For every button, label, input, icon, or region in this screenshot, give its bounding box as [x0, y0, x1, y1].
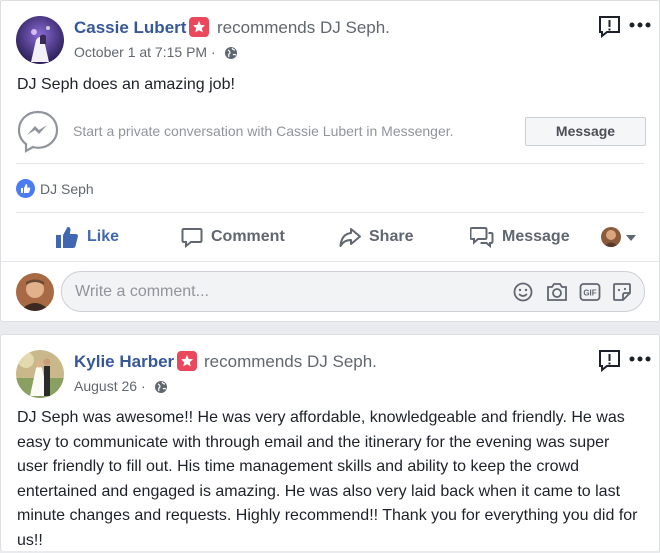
camera-icon[interactable]	[546, 282, 568, 302]
messenger-icon	[17, 110, 59, 153]
recommendation-star-icon	[177, 351, 197, 371]
post-body: DJ Seph was awesome!! He was very afford…	[17, 409, 638, 549]
timestamp-text: October 1 at 7:15 PM ·	[74, 44, 220, 60]
timestamp-text: August 26 ·	[74, 378, 150, 394]
sticker-icon[interactable]	[612, 282, 632, 302]
comment-placeholder: Write a comment...	[75, 283, 209, 300]
author-name[interactable]: Cassie Lubert	[74, 18, 186, 38]
commenter-avatar[interactable]	[16, 273, 54, 311]
message-bubbles-icon	[470, 227, 494, 248]
author-name[interactable]: Kylie Harber	[74, 352, 174, 372]
chevron-down-icon[interactable]	[626, 235, 636, 241]
message-action-label: Message	[502, 228, 570, 245]
report-icon[interactable]	[598, 15, 621, 38]
messenger-prompt: Start a private conversation with Cassie…	[73, 123, 454, 139]
message-button[interactable]: Message	[525, 117, 646, 146]
recommends-text: recommends DJ Seph.	[204, 352, 377, 371]
like-button[interactable]: Like	[55, 223, 119, 251]
divider	[16, 212, 644, 213]
emoji-icon[interactable]	[513, 282, 533, 302]
recommendation-star-icon	[189, 17, 209, 37]
author-avatar[interactable]	[16, 350, 64, 398]
like-thumb-icon	[56, 226, 78, 248]
like-reaction-icon	[16, 179, 35, 198]
comment-bubble-icon	[181, 228, 203, 248]
svg-text:GIF: GIF	[583, 289, 596, 298]
gif-icon[interactable]: GIF	[579, 282, 601, 302]
comment-input[interactable]: Write a comment... GIF	[61, 271, 645, 312]
comment-label: Comment	[211, 228, 285, 245]
share-button[interactable]: Share	[339, 223, 413, 251]
post-timestamp[interactable]: October 1 at 7:15 PM ·	[74, 44, 238, 60]
more-options-icon[interactable]	[629, 22, 651, 28]
globe-icon	[154, 381, 167, 393]
author-avatar[interactable]	[16, 16, 64, 64]
message-action-button[interactable]: Message	[470, 223, 570, 251]
recommends-text: recommends DJ Seph.	[217, 18, 390, 37]
more-options-icon[interactable]	[629, 356, 651, 362]
review-card-kylie: Kylie Harber recommends DJ Seph. August …	[0, 334, 660, 551]
divider	[16, 163, 644, 164]
report-icon[interactable]	[598, 349, 621, 372]
share-arrow-icon	[339, 228, 361, 247]
reaction-name[interactable]: DJ Seph	[40, 181, 94, 197]
post-body: DJ Seph does an amazing job!	[17, 76, 235, 93]
comment-button[interactable]: Comment	[181, 223, 285, 251]
like-label: Like	[87, 228, 120, 245]
review-card-cassie: Cassie Lubert recommends DJ Seph. Octobe…	[0, 0, 660, 322]
page-avatar-selector[interactable]	[601, 227, 621, 247]
divider	[1, 261, 659, 262]
post-timestamp[interactable]: August 26 ·	[74, 378, 168, 394]
globe-icon	[224, 47, 237, 59]
share-label: Share	[369, 228, 414, 245]
